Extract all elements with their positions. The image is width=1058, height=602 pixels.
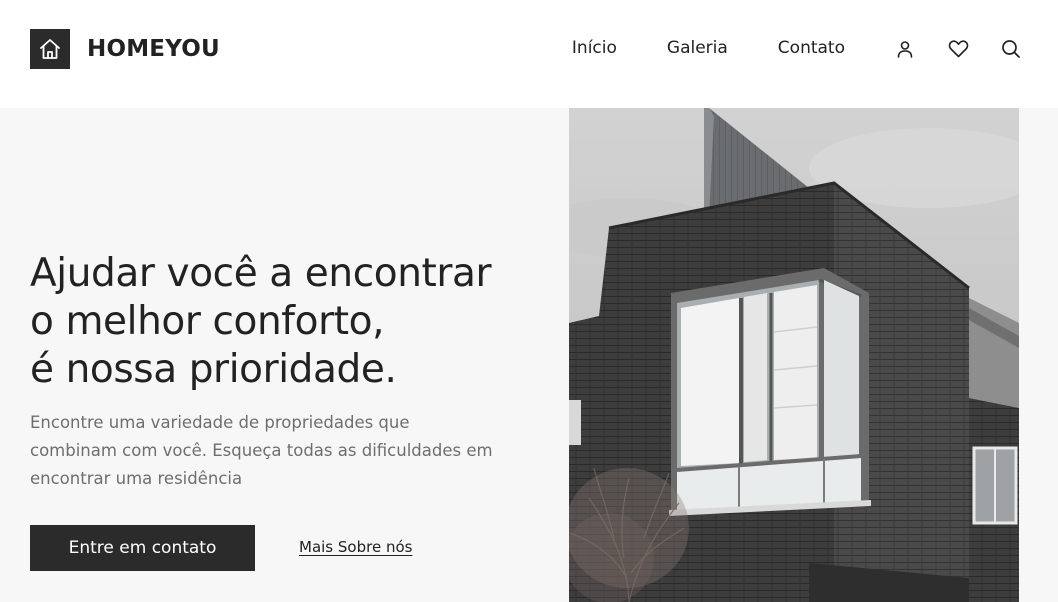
nav-item-galeria[interactable]: Galeria — [667, 38, 728, 58]
heart-icon[interactable] — [947, 38, 969, 60]
hero-description-line: Encontre uma variedade de propriedades q… — [30, 413, 410, 432]
hero-title-line: Ajudar você a encontrar — [30, 251, 492, 296]
hero-title: Ajudar você a encontrar o melhor confort… — [30, 250, 492, 394]
main-nav: Início Galeria Contato — [572, 38, 845, 58]
about-link[interactable]: Mais Sobre nós — [299, 538, 412, 556]
hero-description: Encontre uma variedade de propriedades q… — [30, 409, 550, 493]
nav-item-contato[interactable]: Contato — [778, 38, 845, 58]
hero-title-line: é nossa prioridade. — [30, 347, 397, 392]
brand-name: HOMEYOU — [87, 36, 220, 62]
contact-button[interactable]: Entre em contato — [30, 525, 255, 571]
brand-logo[interactable]: HOMEYOU — [30, 29, 220, 69]
user-icon[interactable] — [894, 38, 916, 60]
hero-section: Ajudar você a encontrar o melhor confort… — [0, 108, 1058, 602]
house-photo — [569, 108, 1019, 602]
house-icon — [30, 29, 70, 69]
hero-description-line: combinam com você. Esqueça todas as difi… — [30, 441, 493, 460]
nav-item-inicio[interactable]: Início — [572, 38, 617, 58]
hero-title-line: o melhor conforto, — [30, 299, 385, 344]
header-icons — [894, 38, 1022, 60]
site-header: HOMEYOU Início Galeria Contato — [0, 0, 1058, 108]
search-icon[interactable] — [1000, 38, 1022, 60]
hero-description-line: encontrar uma residência — [30, 469, 243, 488]
